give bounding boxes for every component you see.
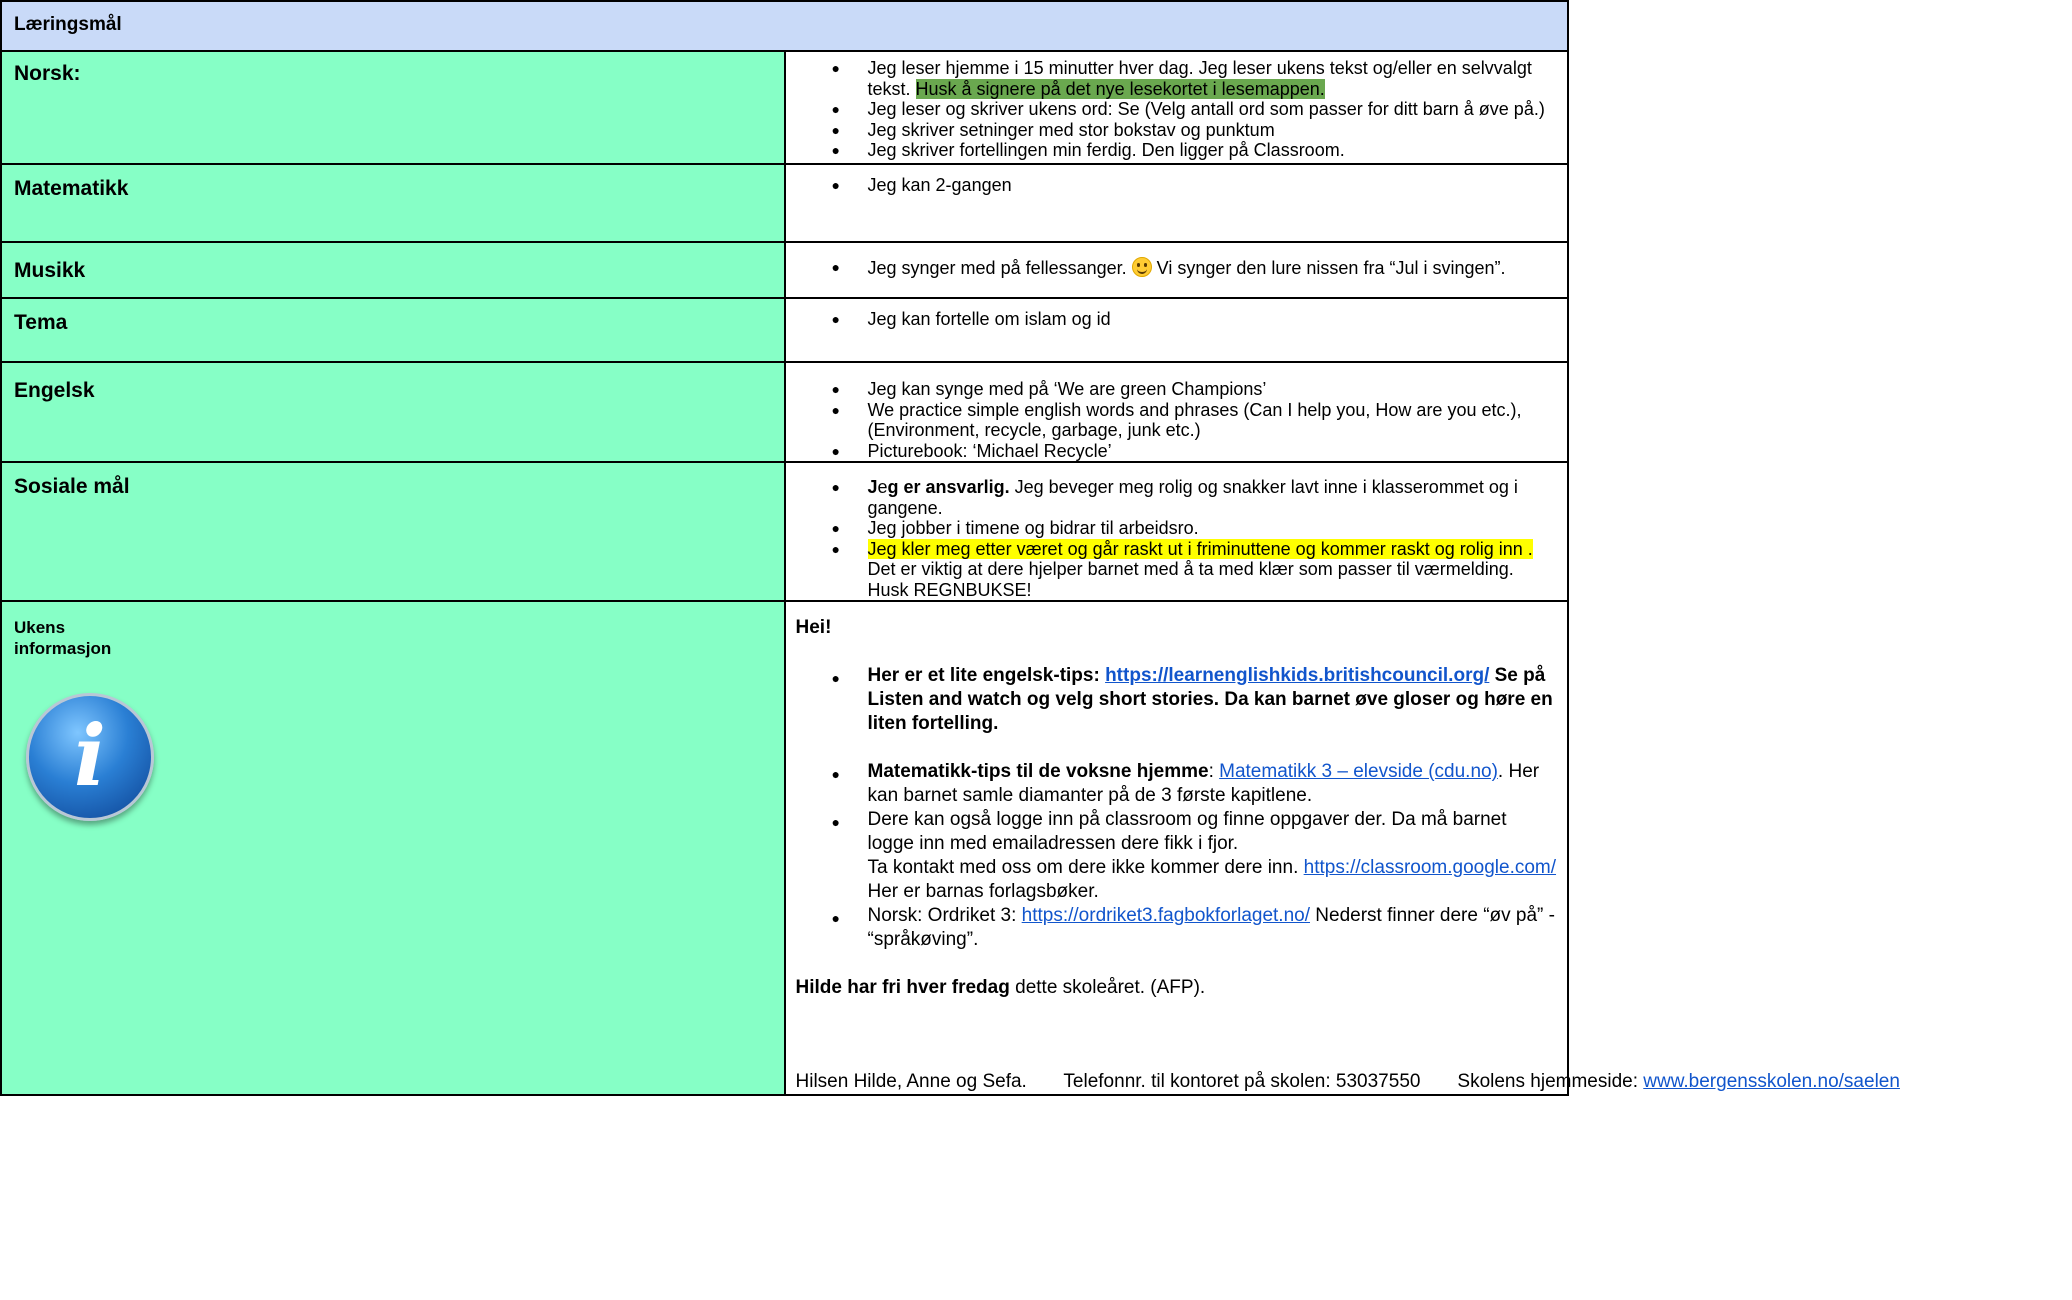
label-norsk: Norsk: [0, 50, 786, 165]
row-norsk: Norsk: Jeg leser hjemme i 15 minutter hv… [0, 50, 1569, 165]
row-sosiale-mal: Sosiale mål Jeg er ansvarlig. Jeg bevege… [0, 461, 1569, 602]
hilde-note: Hilde har fri hver fredag dette skoleåre… [795, 977, 1206, 998]
row-tema: Tema Jeg kan fortelle om islam og id [0, 297, 1569, 363]
row-matematikk: Matematikk Jeg kan 2-gangen [0, 163, 1569, 243]
content-ukens-informasjon: Hei! Her er et lite engelsk-tips: https:… [783, 600, 1900, 1096]
list-item: We practice simple english words and phr… [796, 400, 1558, 441]
table-header: Læringsmål [0, 0, 1569, 52]
list-item: Dere kan også logge inn på classroom og … [796, 808, 1558, 904]
row-engelsk: Engelsk Jeg kan synge med på ‘We are gre… [0, 361, 1569, 463]
list-item: Jeg leser og skriver ukens ord: Se (Velg… [796, 99, 1558, 120]
list-item: Jeg kan synge med på ‘We are green Champ… [796, 379, 1558, 400]
list-item: Jeg kan fortelle om islam og id [796, 309, 1558, 330]
content-sosiale-mal: Jeg er ansvarlig. Jeg beveger meg rolig … [783, 461, 1569, 602]
label-ukens-informasjon: Ukens informasjon i [0, 600, 786, 1096]
list-item: Jeg skriver setninger med stor bokstav o… [796, 120, 1558, 141]
label-musikk: Musikk [0, 241, 786, 299]
list-item: Jeg er ansvarlig. Jeg beveger meg rolig … [796, 477, 1558, 518]
content-tema: Jeg kan fortelle om islam og id [783, 297, 1569, 363]
list-item: Jeg kan 2-gangen [796, 175, 1558, 196]
link-classroom[interactable]: https://classroom.google.com/ [1304, 857, 1556, 878]
list-item: Jeg skriver fortellingen min ferdig. Den… [796, 140, 1558, 161]
content-norsk: Jeg leser hjemme i 15 minutter hver dag.… [783, 50, 1569, 165]
highlight-text: Husk å signere på det nye lesekortet i l… [915, 78, 1325, 99]
footer-signature: Hilsen Hilde, Anne og Sefa. Telefonnr. t… [795, 1071, 1900, 1092]
list-item: Jeg synger med på fellessanger. Vi synge… [796, 257, 1558, 279]
list-item: Jeg kler meg etter været og går raskt ut… [796, 538, 1558, 601]
content-musikk: Jeg synger med på fellessanger. Vi synge… [783, 241, 1569, 299]
list-item: Jeg jobber i timene og bidrar til arbeid… [796, 518, 1558, 539]
label-engelsk: Engelsk [0, 361, 786, 463]
list-item: Picturebook: ‘Michael Recycle’ [796, 441, 1558, 462]
info-icon: i [26, 693, 154, 821]
list-item: Jeg leser hjemme i 15 minutter hver dag.… [796, 58, 1558, 99]
row-musikk: Musikk Jeg synger med på fellessanger. V… [0, 241, 1569, 299]
link-matematikk-elevside[interactable]: Matematikk 3 – elevside (cdu.no) [1219, 761, 1498, 782]
greeting: Hei! [795, 617, 832, 638]
smiley-icon [1131, 257, 1152, 277]
label-tema: Tema [0, 297, 786, 363]
link-school-homepage[interactable]: www.bergensskolen.no/saelen [1643, 1071, 1900, 1092]
list-item: Her er et lite engelsk-tips: https://lea… [796, 664, 1558, 736]
table-title: Læringsmål [14, 14, 122, 35]
content-engelsk: Jeg kan synge med på ‘We are green Champ… [783, 361, 1569, 463]
learning-goals-table: Læringsmål Norsk: Jeg leser hjemme i 15 … [0, 0, 1900, 1096]
link-ordriket3[interactable]: https://ordriket3.fagbokforlaget.no/ [1022, 905, 1310, 926]
label-sosiale-mal: Sosiale mål [0, 461, 786, 602]
label-matematikk: Matematikk [0, 163, 786, 243]
content-matematikk: Jeg kan 2-gangen [783, 163, 1569, 243]
list-item: Matematikk-tips til de voksne hjemme: Ma… [796, 760, 1558, 808]
link-learnenglishkids[interactable]: https://learnenglishkids.britishcouncil.… [1105, 665, 1489, 686]
highlight-text: Jeg kler meg etter været og går raskt ut… [867, 538, 1533, 559]
row-ukens-informasjon: Ukens informasjon i Hei! Her er et lite … [0, 600, 1900, 1096]
list-item: Norsk: Ordriket 3: https://ordriket3.fag… [796, 904, 1558, 952]
